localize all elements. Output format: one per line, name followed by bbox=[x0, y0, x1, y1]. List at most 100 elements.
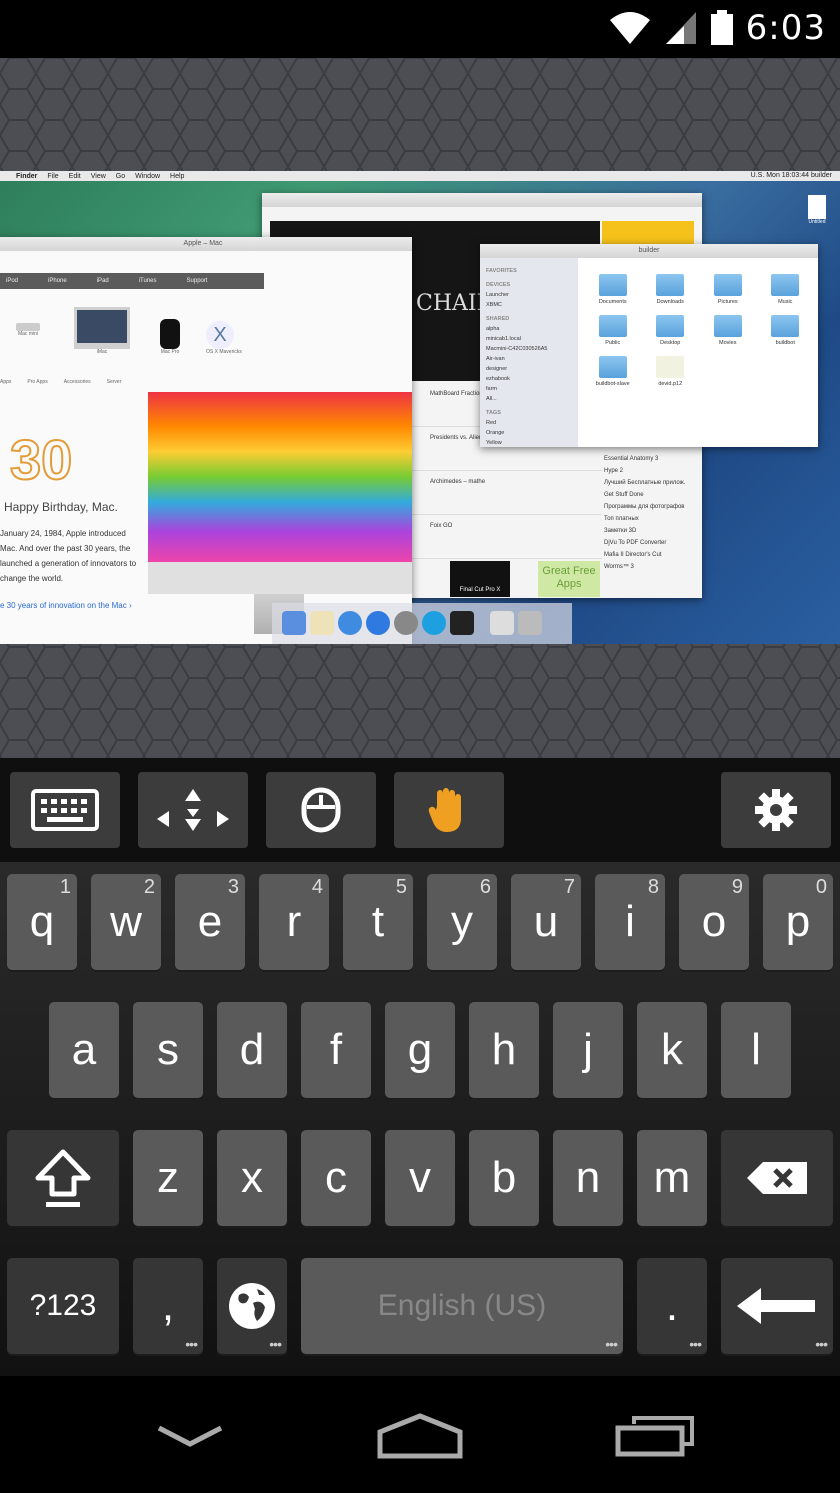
sub-nav-apps[interactable]: Apps bbox=[0, 379, 11, 385]
folder-item[interactable]: Music bbox=[757, 274, 815, 305]
mouse-mode-button[interactable] bbox=[266, 772, 376, 848]
key-r[interactable]: 4r bbox=[259, 874, 329, 970]
folder-item[interactable]: Downloads bbox=[642, 274, 700, 305]
key-n[interactable]: n bbox=[553, 1130, 623, 1226]
menubar-window[interactable]: Window bbox=[135, 173, 160, 180]
trash-dock-icon[interactable] bbox=[518, 611, 542, 635]
settings-button[interactable] bbox=[721, 772, 831, 848]
sidebar-item[interactable]: Yellow bbox=[486, 438, 572, 448]
mac-screen[interactable]: Finder File Edit View Go Window Help U.S… bbox=[0, 171, 840, 644]
menubar-go[interactable]: Go bbox=[116, 173, 125, 180]
touch-mode-button[interactable] bbox=[394, 772, 504, 848]
key-x[interactable]: x bbox=[217, 1130, 287, 1226]
folder-item[interactable]: Documents bbox=[584, 274, 642, 305]
key-l[interactable]: l bbox=[721, 1002, 791, 1098]
backspace-key[interactable] bbox=[721, 1130, 833, 1226]
list-item[interactable]: Hype 2 bbox=[604, 465, 696, 477]
key-j[interactable]: j bbox=[553, 1002, 623, 1098]
folder-item[interactable]: Pictures bbox=[699, 274, 757, 305]
sidebar-item[interactable]: Launcher bbox=[486, 290, 572, 300]
nav-itunes[interactable]: iTunes bbox=[139, 278, 157, 284]
key-s[interactable]: s bbox=[133, 1002, 203, 1098]
period-key[interactable]: . ••• bbox=[637, 1258, 707, 1354]
sidebar-item[interactable]: XBMC bbox=[486, 300, 572, 310]
enter-key[interactable]: ••• bbox=[721, 1258, 833, 1354]
menubar-file[interactable]: File bbox=[47, 173, 58, 180]
recents-button[interactable] bbox=[612, 1406, 698, 1466]
list-item[interactable]: Essential Anatomy 3 bbox=[604, 453, 696, 465]
nav-ipod[interactable]: iPod bbox=[6, 278, 18, 284]
product-mac-mini[interactable]: Mac mini bbox=[16, 323, 40, 337]
list-item[interactable]: DjVu To PDF Converter bbox=[604, 537, 696, 549]
key-u[interactable]: 7u bbox=[511, 874, 581, 970]
list-item[interactable]: Get Stuff Done bbox=[604, 489, 696, 501]
comma-key[interactable]: , ••• bbox=[133, 1258, 203, 1354]
key-b[interactable]: b bbox=[469, 1130, 539, 1226]
nav-ipad[interactable]: iPad bbox=[97, 278, 109, 284]
product-mac-pro[interactable]: Mac Pro bbox=[160, 319, 180, 355]
key-y[interactable]: 6y bbox=[427, 874, 497, 970]
desktop-file[interactable]: Untitled bbox=[804, 195, 830, 225]
key-v[interactable]: v bbox=[385, 1130, 455, 1226]
product-os-x[interactable]: X OS X Mavericks bbox=[206, 321, 242, 355]
key-t[interactable]: 5t bbox=[343, 874, 413, 970]
sidebar-item[interactable]: Air-ivan bbox=[486, 354, 572, 364]
space-key[interactable]: English (US) ••• bbox=[301, 1258, 623, 1354]
key-p[interactable]: 0p bbox=[763, 874, 833, 970]
key-k[interactable]: k bbox=[637, 1002, 707, 1098]
symbols-key[interactable]: ?123 bbox=[7, 1258, 119, 1354]
nav-support[interactable]: Support bbox=[187, 278, 208, 284]
key-z[interactable]: z bbox=[133, 1130, 203, 1226]
mail-dock-icon[interactable] bbox=[490, 611, 514, 635]
list-item[interactable]: Лучший Бесплатные прилож. bbox=[604, 477, 696, 489]
key-w[interactable]: 2w bbox=[91, 874, 161, 970]
list-item[interactable]: Заметки 3D bbox=[604, 525, 696, 537]
finder-window[interactable]: builder FAVORITES DEVICES Launcher XBMC … bbox=[480, 244, 818, 447]
key-e[interactable]: 3e bbox=[175, 874, 245, 970]
finder-dock-icon[interactable] bbox=[282, 611, 306, 635]
final-cut-tile[interactable]: Final Cut Pro X bbox=[450, 561, 510, 597]
home-button[interactable] bbox=[374, 1406, 466, 1466]
shift-key[interactable] bbox=[7, 1130, 119, 1226]
sidebar-item[interactable]: Red bbox=[486, 418, 572, 428]
menubar-view[interactable]: View bbox=[91, 173, 106, 180]
system-preferences-dock-icon[interactable] bbox=[394, 611, 418, 635]
menubar-finder[interactable]: Finder bbox=[16, 173, 37, 180]
language-key[interactable]: ••• bbox=[217, 1258, 287, 1354]
product-imac[interactable]: iMac bbox=[74, 307, 130, 355]
menubar-help[interactable]: Help bbox=[170, 173, 184, 180]
menubar-edit[interactable]: Edit bbox=[69, 173, 81, 180]
sidebar-item[interactable]: All... bbox=[486, 394, 572, 404]
list-item[interactable]: Worms™ 3 bbox=[604, 561, 696, 573]
list-item[interactable]: Foix GO bbox=[412, 515, 602, 559]
sidebar-item[interactable]: ezhabook bbox=[486, 374, 572, 384]
folder-item[interactable]: buildbot bbox=[757, 315, 815, 346]
nav-iphone[interactable]: iPhone bbox=[48, 278, 67, 284]
folder-item[interactable]: buildbot-slave bbox=[584, 356, 642, 387]
great-free-apps-tile[interactable]: Great Free Apps bbox=[538, 561, 600, 597]
sidebar-item[interactable]: designer bbox=[486, 364, 572, 374]
key-h[interactable]: h bbox=[469, 1002, 539, 1098]
sidebar-item[interactable]: minicab1.local bbox=[486, 334, 572, 344]
list-item[interactable]: Mafia II Director's Cut bbox=[604, 549, 696, 561]
key-c[interactable]: c bbox=[301, 1130, 371, 1226]
sidebar-item[interactable]: farm bbox=[486, 384, 572, 394]
sidebar-item[interactable]: Macmini-C42C030526A5 bbox=[486, 344, 572, 354]
sidebar-item[interactable]: Orange bbox=[486, 428, 572, 438]
skype-dock-icon[interactable] bbox=[422, 611, 446, 635]
sub-nav-pro-apps[interactable]: Pro Apps bbox=[27, 379, 47, 385]
sub-nav-accessories[interactable]: Accessories bbox=[64, 379, 91, 385]
list-item[interactable]: Программы для фотографов bbox=[604, 501, 696, 513]
key-q[interactable]: 1q bbox=[7, 874, 77, 970]
move-mode-button[interactable] bbox=[138, 772, 248, 848]
folder-item[interactable]: Movies bbox=[699, 315, 757, 346]
app-store-dock-icon[interactable] bbox=[366, 611, 390, 635]
sidebar-item[interactable]: alpha bbox=[486, 324, 572, 334]
sub-nav-server[interactable]: Server bbox=[107, 379, 122, 385]
safari-dock-icon[interactable] bbox=[338, 611, 362, 635]
key-o[interactable]: 9o bbox=[679, 874, 749, 970]
keyboard-toggle-button[interactable] bbox=[10, 772, 120, 848]
folder-item[interactable]: Desktop bbox=[642, 315, 700, 346]
key-a[interactable]: a bbox=[49, 1002, 119, 1098]
safari-window[interactable]: Apple – Mac iPod iPhone iPad iTunes Supp… bbox=[0, 237, 412, 644]
